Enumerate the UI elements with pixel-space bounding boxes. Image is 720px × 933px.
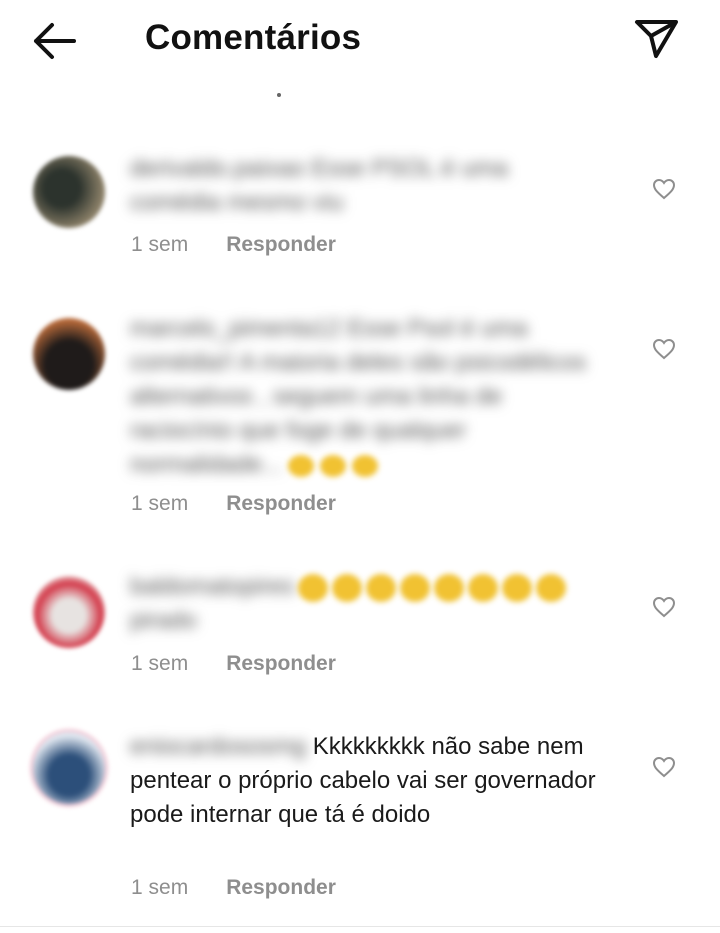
laughing-emoji-icon <box>536 573 567 602</box>
heart-icon[interactable] <box>652 596 676 618</box>
laughing-emoji-icon <box>366 573 397 602</box>
comment-text: marcelo_pimenta12 Esse Psol é uma comédi… <box>130 312 600 482</box>
laughing-emoji-icon <box>332 573 363 602</box>
loading-dot <box>277 93 281 97</box>
comment-username[interactable]: marcelo_pimenta12 <box>130 315 341 342</box>
laughing-emoji-icon <box>352 454 379 477</box>
bottom-divider <box>0 926 720 927</box>
comment-body: pirado <box>130 607 197 634</box>
reply-button[interactable]: Responder <box>226 652 336 675</box>
comment-meta: 1 sem Responder <box>131 652 336 676</box>
laughing-emoji-icon <box>400 573 431 602</box>
comment-time: 1 sem <box>131 492 189 515</box>
comment-meta: 1 sem Responder <box>131 876 336 900</box>
comment-time: 1 sem <box>131 652 189 675</box>
comment-username[interactable]: baldomatopires <box>130 573 294 600</box>
back-arrow-icon[interactable] <box>30 20 80 62</box>
laughing-emoji-icon <box>298 573 329 602</box>
page-title: Comentários <box>145 18 362 57</box>
heart-icon[interactable] <box>652 178 676 200</box>
comment-text: baldomatopires pirado <box>130 570 600 638</box>
laughing-emoji-icon <box>502 573 533 602</box>
heart-icon[interactable] <box>652 338 676 360</box>
comment-time: 1 sem <box>131 233 189 256</box>
laughing-emoji-icon <box>468 573 499 602</box>
reply-button[interactable]: Responder <box>226 233 336 256</box>
reply-button[interactable]: Responder <box>226 492 336 515</box>
paper-plane-icon[interactable] <box>632 16 680 60</box>
comment-meta: 1 sem Responder <box>131 492 336 516</box>
comment-time: 1 sem <box>131 876 189 899</box>
comment-username[interactable]: derivaldo.paixao <box>130 155 305 182</box>
laughing-emoji-icon <box>434 573 465 602</box>
comment-text: eniocardososmg Kkkkkkkkk não sabe nem pe… <box>130 730 600 832</box>
laughing-emoji-icon <box>288 454 315 477</box>
laughing-emoji-icon <box>320 454 347 477</box>
avatar[interactable] <box>33 156 105 228</box>
reply-button[interactable]: Responder <box>226 876 336 899</box>
heart-icon[interactable] <box>652 756 676 778</box>
comment-text: derivaldo.paixao Esse PSOL é uma comédia… <box>130 152 600 220</box>
header-bar: Comentários <box>0 0 720 80</box>
comment-meta: 1 sem Responder <box>131 233 336 257</box>
avatar[interactable] <box>33 576 105 648</box>
avatar[interactable] <box>33 732 105 804</box>
comment-username[interactable]: eniocardososmg <box>130 733 306 760</box>
avatar[interactable] <box>33 318 105 390</box>
